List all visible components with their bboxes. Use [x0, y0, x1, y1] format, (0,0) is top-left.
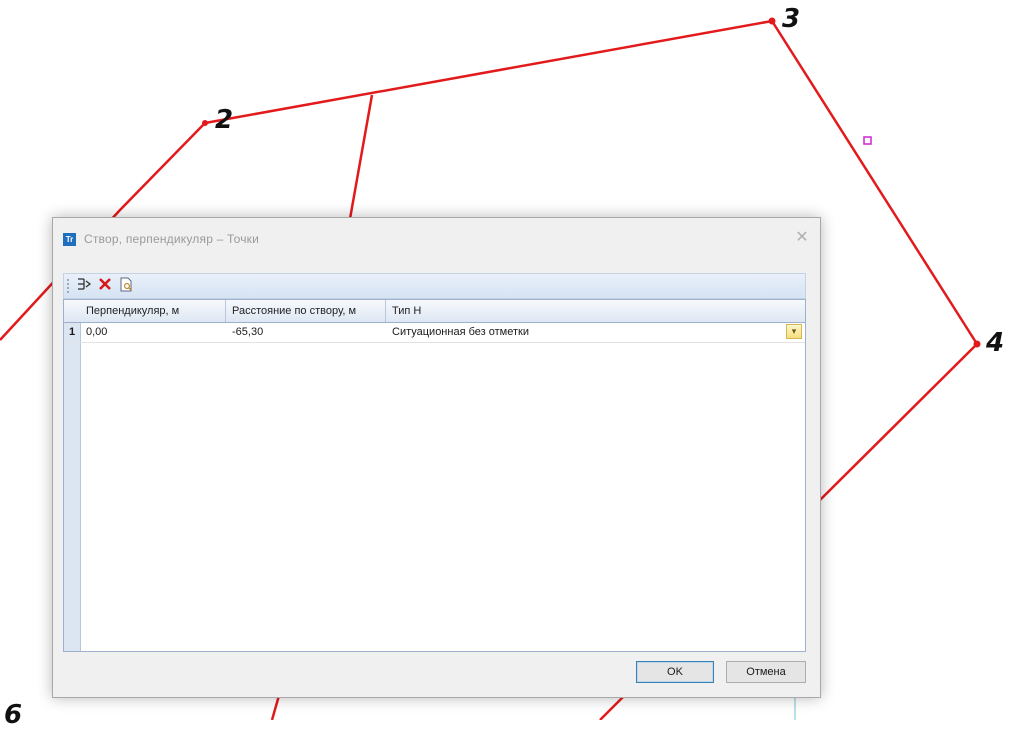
toolbar-grip[interactable] [67, 279, 71, 293]
cancel-button[interactable]: Отмена [726, 661, 806, 683]
table-row[interactable]: 1 0,00 -65,30 Ситуационная без отметки ▾ [64, 322, 805, 343]
column-header-type[interactable]: Тип Н [386, 300, 805, 322]
column-header-distance[interactable]: Расстояние по створу, м [226, 300, 386, 322]
grid-toolbar [63, 273, 806, 299]
insert-row-icon [78, 278, 92, 290]
ok-button[interactable]: OK [636, 661, 714, 683]
type-dropdown-button[interactable]: ▾ [786, 324, 802, 339]
points-dialog: Tr Створ, перпендикуляр – Точки ✕ Перпен… [52, 217, 821, 698]
vertex-marker-4[interactable] [973, 340, 981, 348]
row-indicator-band [64, 300, 81, 651]
grid-header: Перпендикуляр, м Расстояние по створу, м… [64, 300, 805, 323]
dialog-title: Створ, перпендикуляр – Точки [84, 232, 260, 246]
column-header-perpendicular[interactable]: Перпендикуляр, м [80, 300, 226, 322]
cell-perpendicular[interactable]: 0,00 [80, 322, 226, 342]
cell-type[interactable]: Ситуационная без отметки [386, 322, 784, 342]
delete-row-button[interactable] [95, 277, 115, 295]
insert-row-button[interactable] [74, 277, 94, 295]
close-button[interactable]: ✕ [792, 228, 812, 248]
point-label-3: 3 [782, 4, 801, 34]
app-icon: Tr [63, 233, 76, 246]
vertex-marker-3[interactable] [768, 17, 776, 25]
cell-distance[interactable]: -65,30 [226, 322, 386, 342]
crossing-line [346, 94, 374, 231]
point-label-2: 2 [215, 105, 234, 135]
selection-marker[interactable] [863, 136, 872, 145]
point-label-4: 4 [986, 328, 1005, 358]
preview-button[interactable] [116, 277, 136, 295]
vertex-marker-2[interactable] [202, 120, 208, 126]
dialog-titlebar[interactable]: Tr Створ, перпендикуляр – Точки ✕ [53, 218, 820, 262]
point-label-6: 6 [4, 700, 23, 730]
delete-icon [99, 278, 111, 290]
preview-icon [120, 277, 132, 292]
points-grid: Перпендикуляр, м Расстояние по створу, м… [63, 299, 806, 652]
row-number: 1 [68, 326, 76, 338]
